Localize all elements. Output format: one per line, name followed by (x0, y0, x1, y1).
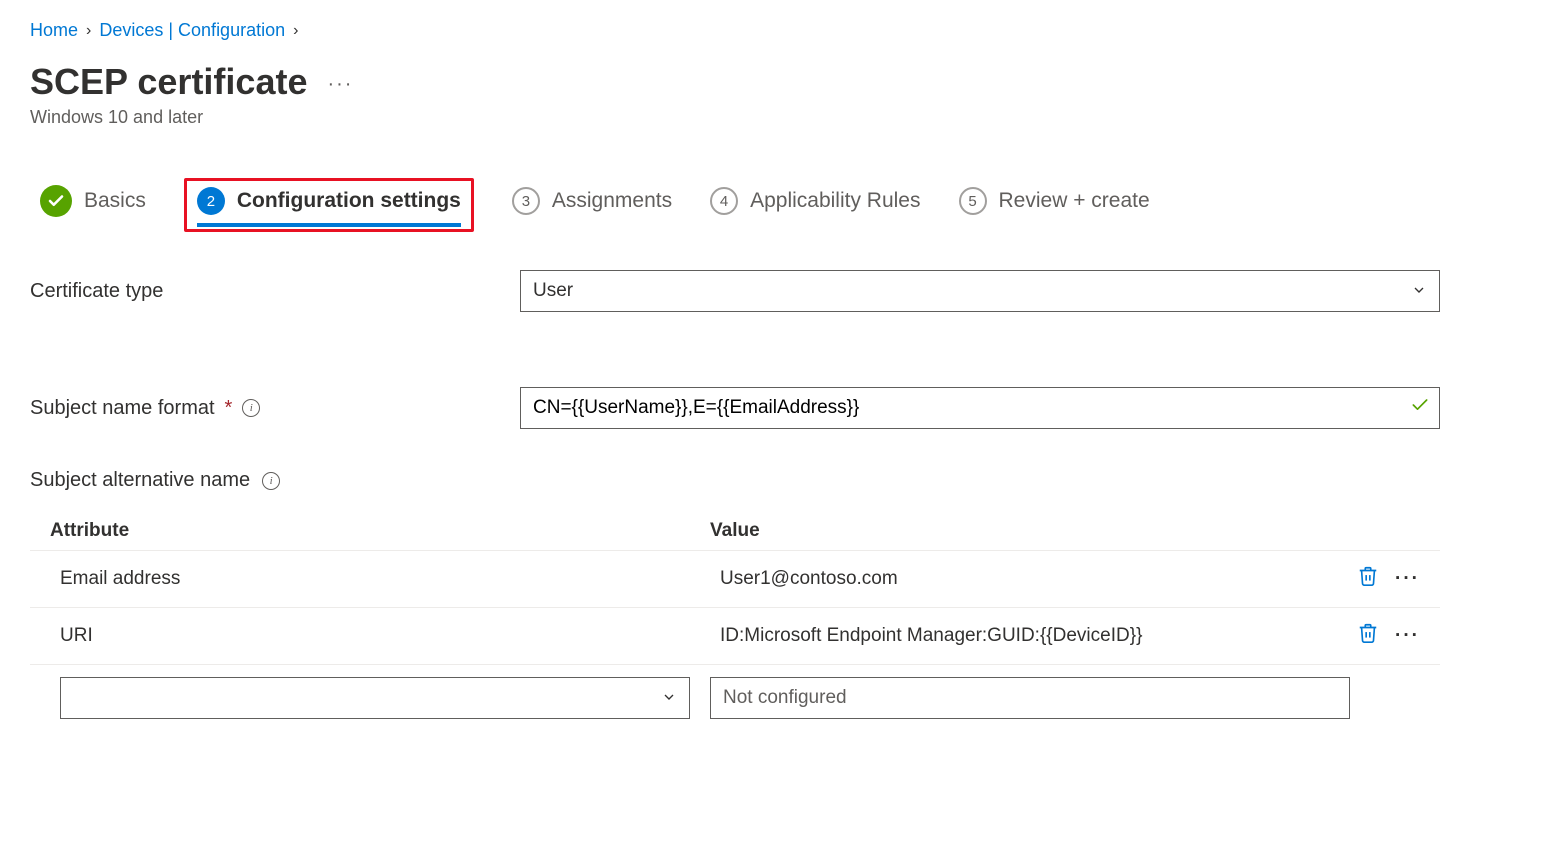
certificate-type-select[interactable]: User (520, 270, 1440, 312)
tab-configuration-settings[interactable]: 2 Configuration settings (197, 187, 461, 227)
subject-name-format-input[interactable] (520, 387, 1440, 429)
san-value: ID:Microsoft Endpoint Manager:GUID:{{Dev… (720, 625, 1300, 647)
breadcrumb-devices[interactable]: Devices | Configuration (99, 20, 285, 41)
required-indicator: * (225, 397, 233, 420)
subject-name-format-label: Subject name format * i (30, 397, 520, 420)
san-attribute-select[interactable] (60, 677, 690, 719)
subject-name-format-text: Subject name format (30, 397, 215, 420)
tab-review-label: Review + create (999, 189, 1150, 213)
step-number-badge: 2 (197, 187, 225, 215)
breadcrumb: Home › Devices | Configuration › (30, 20, 1530, 41)
page-title: SCEP certificate (30, 61, 307, 103)
info-icon[interactable]: i (242, 399, 260, 417)
chevron-down-icon (1411, 282, 1427, 301)
info-icon[interactable]: i (262, 472, 280, 490)
page-subtitle: Windows 10 and later (30, 107, 1530, 128)
san-value: User1@contoso.com (720, 568, 1300, 590)
tab-basics-label: Basics (84, 189, 146, 213)
tab-applicability-rules[interactable]: 4 Applicability Rules (710, 187, 920, 223)
san-header-value: Value (710, 520, 1420, 542)
step-number-badge: 4 (710, 187, 738, 215)
san-attribute: Email address (60, 568, 720, 590)
check-icon (1410, 395, 1430, 421)
trash-icon[interactable] (1357, 622, 1379, 650)
step-number-badge: 5 (959, 187, 987, 215)
tab-basics[interactable]: Basics (40, 185, 146, 225)
certificate-type-value: User (533, 280, 573, 302)
more-icon[interactable]: ··· (1395, 568, 1420, 590)
breadcrumb-home[interactable]: Home (30, 20, 78, 41)
tab-assignments-label: Assignments (552, 189, 672, 213)
san-new-row (30, 665, 1440, 731)
tab-assignments[interactable]: 3 Assignments (512, 187, 672, 223)
tab-config-label: Configuration settings (237, 189, 461, 213)
table-row: URI ID:Microsoft Endpoint Manager:GUID:{… (30, 608, 1440, 665)
san-section-header: Subject alternative name i (30, 469, 1530, 492)
chevron-right-icon: › (293, 22, 298, 40)
san-table-header: Attribute Value (30, 512, 1440, 551)
tab-review-create[interactable]: 5 Review + create (959, 187, 1150, 223)
more-actions-icon[interactable]: ··· (327, 74, 353, 94)
san-attribute: URI (60, 625, 720, 647)
certificate-type-label: Certificate type (30, 280, 520, 303)
chevron-down-icon (661, 689, 677, 708)
more-icon[interactable]: ··· (1395, 625, 1420, 647)
tab-applicability-label: Applicability Rules (750, 189, 920, 213)
check-circle-icon (40, 185, 72, 217)
trash-icon[interactable] (1357, 565, 1379, 593)
chevron-right-icon: › (86, 22, 91, 40)
san-value-input[interactable] (710, 677, 1350, 719)
wizard-tabs: Basics 2 Configuration settings 3 Assign… (40, 178, 1530, 232)
table-row: Email address User1@contoso.com ··· (30, 551, 1440, 608)
step-number-badge: 3 (512, 187, 540, 215)
san-header-attribute: Attribute (50, 520, 710, 542)
highlight-annotation: 2 Configuration settings (184, 178, 474, 232)
san-label: Subject alternative name (30, 469, 250, 492)
san-table: Attribute Value Email address User1@cont… (30, 512, 1440, 731)
